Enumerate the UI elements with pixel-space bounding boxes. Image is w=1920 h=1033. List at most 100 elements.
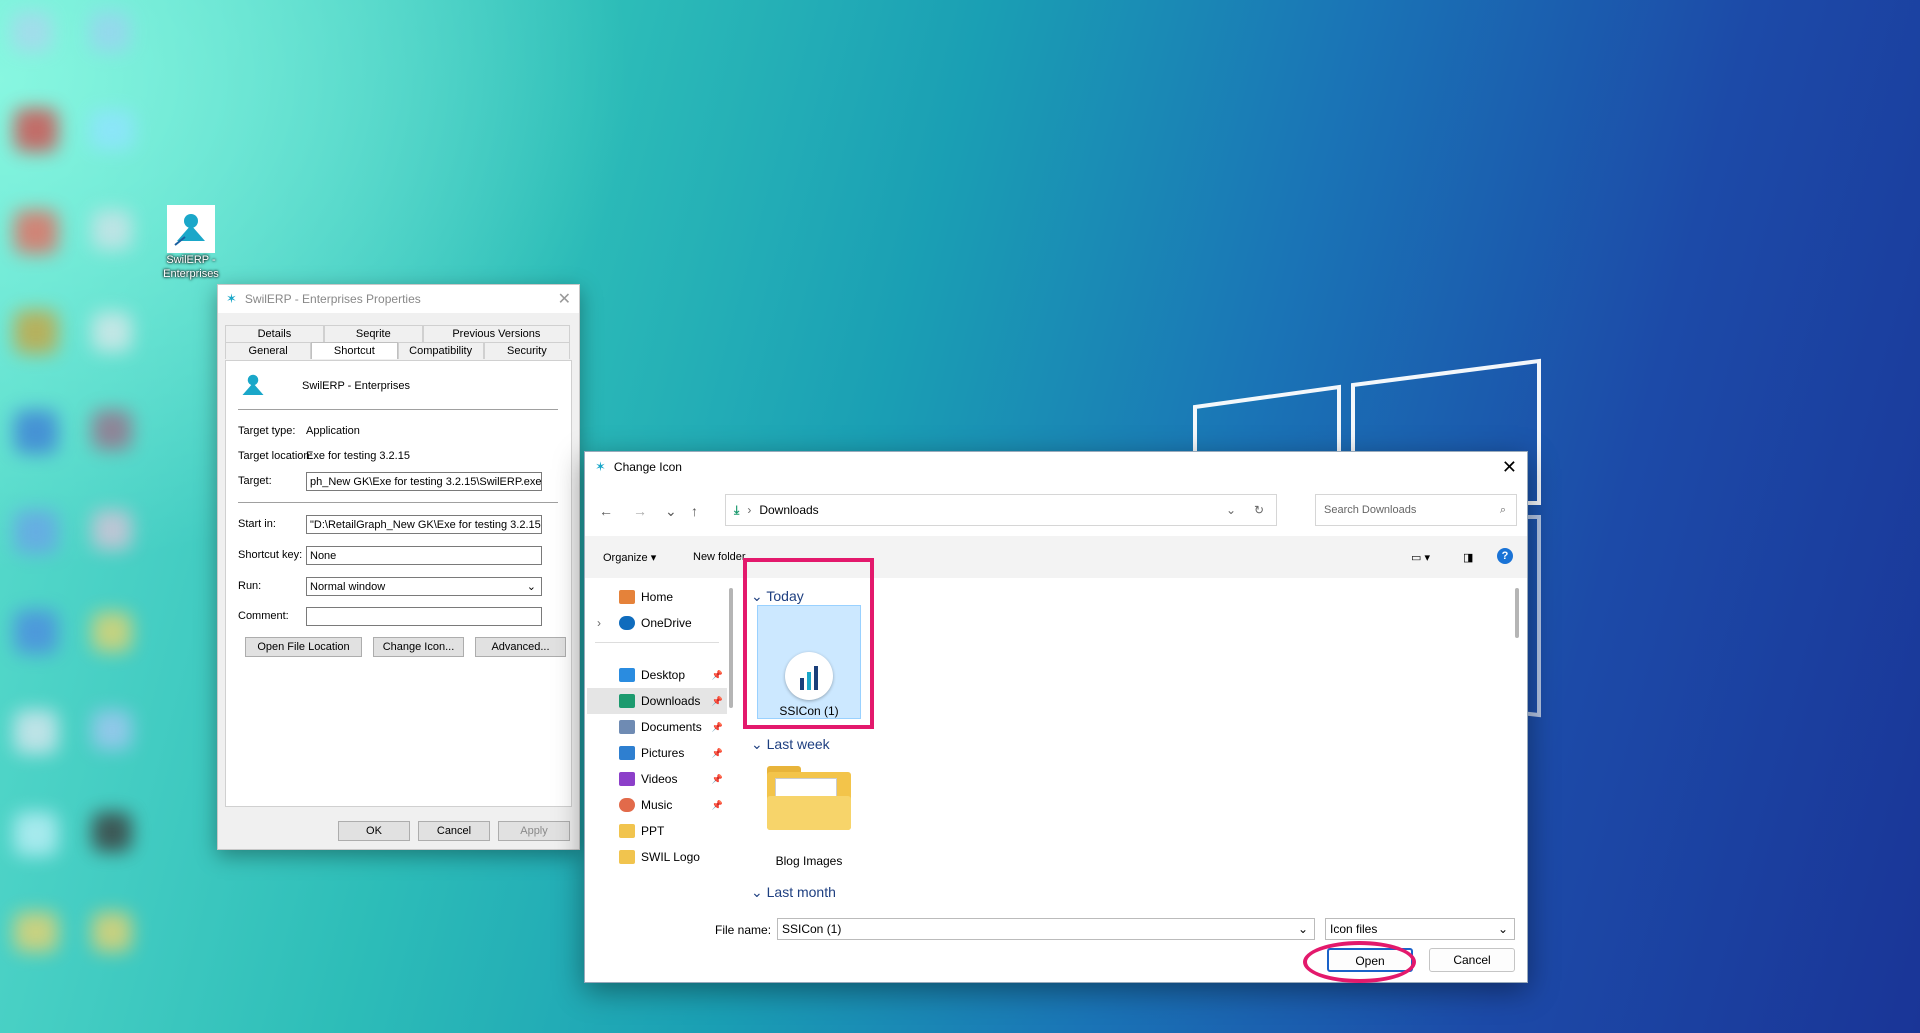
toolbar: Organize ▾ New folder ▭ ▾ ◨ ? xyxy=(585,536,1527,578)
nav-label: Pictures xyxy=(641,746,685,760)
start-in-input[interactable]: "D:\RetailGraph_New GK\Exe for testing 3… xyxy=(306,515,542,534)
file-type-value: Icon files xyxy=(1330,922,1378,936)
nav-item-ppt[interactable]: PPT xyxy=(587,818,727,844)
music-icon xyxy=(619,798,635,812)
collapse-chevron-icon: ⌄ xyxy=(751,736,763,752)
file-name-label: File name: xyxy=(715,923,772,937)
target-label: Target: xyxy=(238,475,272,487)
swilerp-app-icon xyxy=(238,371,268,404)
back-arrow-icon[interactable]: ← xyxy=(599,503,613,519)
search-input[interactable]: Search Downloads ⌕ xyxy=(1315,494,1517,526)
target-location-value: Exe for testing 3.2.15 xyxy=(306,450,410,462)
tab-seqrite[interactable]: Seqrite xyxy=(323,325,423,342)
tab-general[interactable]: General xyxy=(225,342,312,359)
pin-icon: 📌 xyxy=(711,747,723,758)
pin-icon: 📌 xyxy=(711,669,723,680)
folder-blog-images[interactable]: Blog Images xyxy=(757,766,861,876)
up-arrow-icon[interactable]: ↑ xyxy=(691,503,698,519)
nav-item-home[interactable]: Home xyxy=(587,584,727,610)
change-icon-titlebar: ✶ Change Icon xyxy=(585,452,1527,482)
nav-label: Downloads xyxy=(641,694,701,708)
nav-label: PPT xyxy=(641,824,665,838)
file-type-select[interactable]: Icon files ⌄ xyxy=(1325,918,1515,940)
file-name-input[interactable]: SSICon (1) ⌄ xyxy=(777,918,1315,940)
nav-item-swil-logo[interactable]: SWIL Logo xyxy=(587,844,727,870)
folder-icon xyxy=(767,766,851,830)
breadcrumb-chevron-icon: › xyxy=(747,503,752,517)
view-options-icon[interactable]: ▭ ▾ xyxy=(1411,551,1430,564)
target-type-value: Application xyxy=(306,425,360,437)
group-last-week[interactable]: ⌄ Last week xyxy=(751,736,830,753)
properties-titlebar: ✶ SwilERP - Enterprises Properties xyxy=(218,285,579,313)
organize-menu[interactable]: Organize ▾ xyxy=(603,551,656,564)
change-icon-button[interactable]: Change Icon... xyxy=(373,637,464,657)
recent-locations-chevron-icon[interactable]: ⌄ xyxy=(665,503,677,520)
forward-arrow-icon[interactable]: → xyxy=(633,503,647,519)
download-arrow-icon: ⤓ xyxy=(734,502,740,517)
address-path: Downloads xyxy=(759,503,819,517)
highlight-oval xyxy=(1303,941,1416,983)
group-last-month[interactable]: ⌄ Last month xyxy=(751,884,836,901)
properties-dialog: ✶ SwilERP - Enterprises Properties ✕ Det… xyxy=(217,284,580,850)
new-folder-button[interactable]: New folder xyxy=(693,551,746,563)
nav-item-pictures[interactable]: Pictures 📌 xyxy=(587,740,727,766)
nav-label: Videos xyxy=(641,772,678,786)
nav-item-videos[interactable]: Videos 📌 xyxy=(587,766,727,792)
change-icon-title: Change Icon xyxy=(613,460,682,474)
nav-label: Home xyxy=(641,590,674,604)
expand-chevron-icon: › xyxy=(597,616,601,630)
search-placeholder: Search Downloads xyxy=(1324,504,1417,516)
preview-pane-icon[interactable]: ◨ xyxy=(1463,551,1473,564)
close-icon[interactable]: ✕ xyxy=(558,289,571,309)
close-icon[interactable]: ✕ xyxy=(1502,457,1517,478)
nav-label: Music xyxy=(641,798,673,812)
target-input[interactable]: ph_New GK\Exe for testing 3.2.15\SwilERP… xyxy=(306,472,542,491)
nav-label: Desktop xyxy=(641,668,686,682)
comment-input[interactable] xyxy=(306,607,542,626)
content-scrollbar[interactable] xyxy=(1515,588,1519,638)
run-value: Normal window xyxy=(310,581,386,593)
tab-security[interactable]: Security xyxy=(483,342,570,359)
chevron-down-icon: ⌄ xyxy=(1297,922,1308,936)
nav-item-downloads[interactable]: Downloads 📌 xyxy=(587,688,727,714)
chevron-down-icon: ⌄ xyxy=(1497,922,1508,936)
collapse-chevron-icon: ⌄ xyxy=(751,884,763,900)
nav-item-documents[interactable]: Documents 📌 xyxy=(587,714,727,740)
tab-details[interactable]: Details xyxy=(225,325,324,342)
shortcut-key-input[interactable]: None xyxy=(306,546,542,565)
navigation-bar: ← → ⌄ ↑ ⤓ › Downloads ⌄ ↻ Search Downloa… xyxy=(585,494,1527,528)
refresh-icon[interactable]: ↻ xyxy=(1254,503,1264,517)
picture-icon xyxy=(619,746,635,760)
organize-label: Organize xyxy=(603,552,648,564)
group-label: Last month xyxy=(766,884,836,900)
cloud-icon xyxy=(619,616,635,630)
nav-item-desktop[interactable]: Desktop 📌 xyxy=(587,662,727,688)
nav-item-onedrive[interactable]: › OneDrive xyxy=(587,610,727,636)
folder-icon xyxy=(619,824,635,838)
help-icon[interactable]: ? xyxy=(1497,548,1513,564)
comment-label: Comment: xyxy=(238,610,289,622)
advanced-button[interactable]: Advanced... xyxy=(475,637,566,657)
cancel-button[interactable]: Cancel xyxy=(418,821,490,841)
group-label: Last week xyxy=(766,736,830,752)
address-bar[interactable]: ⤓ › Downloads ⌄ ↻ xyxy=(725,494,1277,526)
chevron-down-icon: ⌄ xyxy=(526,581,536,593)
nav-item-music[interactable]: Music 📌 xyxy=(587,792,727,818)
divider xyxy=(238,409,558,410)
video-icon xyxy=(619,772,635,786)
nav-label: OneDrive xyxy=(641,616,692,630)
desktop-shortcut-swilerp[interactable]: SwilERP - Enterprises xyxy=(160,205,222,281)
tab-shortcut[interactable]: Shortcut xyxy=(311,342,398,359)
ok-button[interactable]: OK xyxy=(338,821,410,841)
chevron-down-icon[interactable]: ⌄ xyxy=(1226,503,1236,517)
tab-compatibility[interactable]: Compatibility xyxy=(397,342,484,359)
file-label: Blog Images xyxy=(775,854,843,868)
run-select[interactable]: Normal window ⌄ xyxy=(306,577,542,596)
cancel-button[interactable]: Cancel xyxy=(1429,948,1515,972)
open-file-location-button[interactable]: Open File Location xyxy=(245,637,362,657)
shortcut-key-label: Shortcut key: xyxy=(238,549,303,561)
nav-scrollbar[interactable] xyxy=(729,588,733,708)
swilerp-small-icon: ✶ xyxy=(226,291,237,306)
file-name-value: SSICon (1) xyxy=(782,922,842,936)
tab-previous-versions[interactable]: Previous Versions xyxy=(422,325,570,342)
